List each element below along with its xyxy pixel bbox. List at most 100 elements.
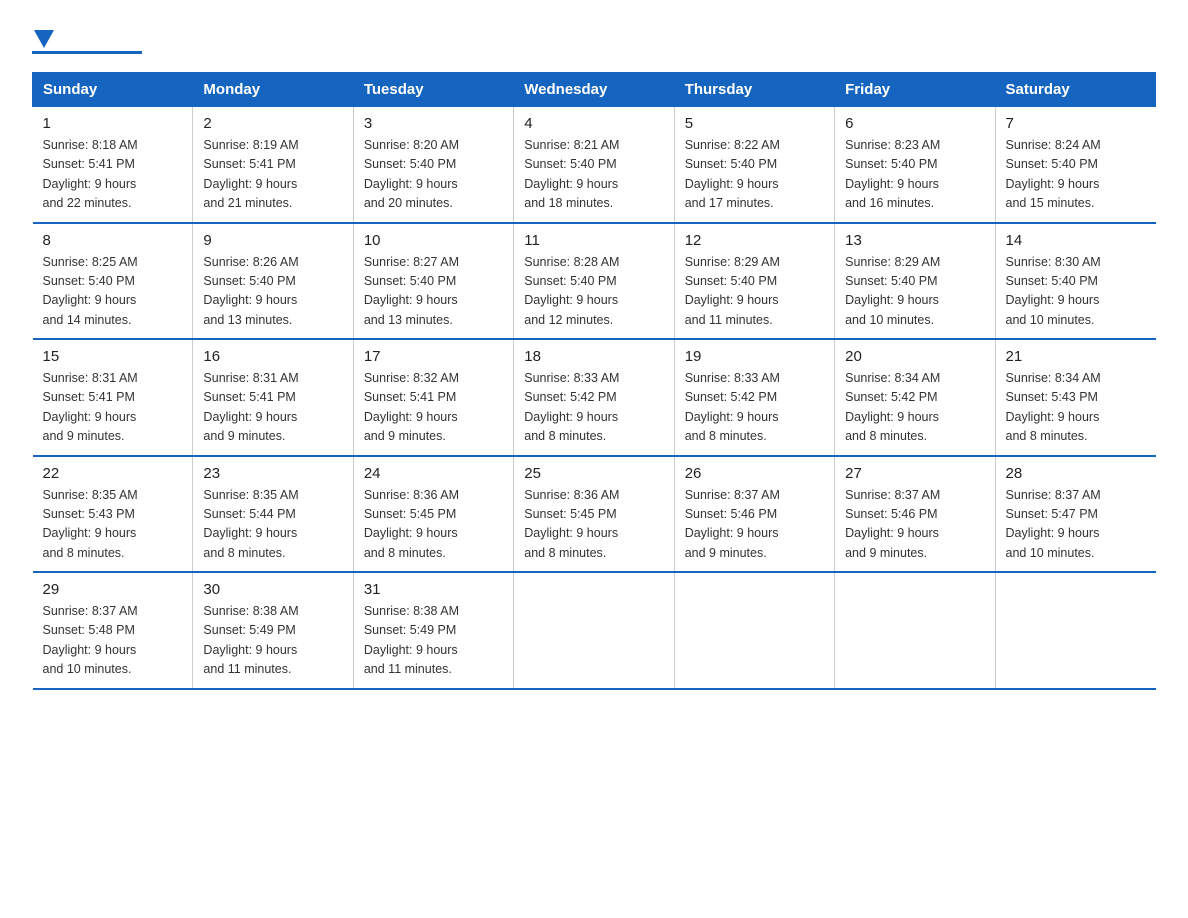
day-info: Sunrise: 8:23 AM Sunset: 5:40 PM Dayligh… — [845, 136, 984, 214]
day-info: Sunrise: 8:31 AM Sunset: 5:41 PM Dayligh… — [203, 369, 342, 447]
calendar-cell: 16 Sunrise: 8:31 AM Sunset: 5:41 PM Dayl… — [193, 339, 353, 456]
day-number: 4 — [524, 115, 663, 132]
day-info: Sunrise: 8:29 AM Sunset: 5:40 PM Dayligh… — [685, 253, 824, 331]
day-info: Sunrise: 8:36 AM Sunset: 5:45 PM Dayligh… — [364, 486, 503, 564]
day-info: Sunrise: 8:28 AM Sunset: 5:40 PM Dayligh… — [524, 253, 663, 331]
calendar-cell: 9 Sunrise: 8:26 AM Sunset: 5:40 PM Dayli… — [193, 223, 353, 340]
calendar-cell: 21 Sunrise: 8:34 AM Sunset: 5:43 PM Dayl… — [995, 339, 1155, 456]
day-number: 10 — [364, 232, 503, 249]
day-number: 1 — [43, 115, 183, 132]
day-number: 16 — [203, 348, 342, 365]
day-info: Sunrise: 8:37 AM Sunset: 5:46 PM Dayligh… — [845, 486, 984, 564]
day-info: Sunrise: 8:30 AM Sunset: 5:40 PM Dayligh… — [1006, 253, 1146, 331]
calendar-cell — [514, 572, 674, 689]
day-info: Sunrise: 8:37 AM Sunset: 5:46 PM Dayligh… — [685, 486, 824, 564]
day-info: Sunrise: 8:32 AM Sunset: 5:41 PM Dayligh… — [364, 369, 503, 447]
calendar-cell: 2 Sunrise: 8:19 AM Sunset: 5:41 PM Dayli… — [193, 107, 353, 223]
day-number: 15 — [43, 348, 183, 365]
header-saturday: Saturday — [995, 73, 1155, 107]
day-info: Sunrise: 8:37 AM Sunset: 5:47 PM Dayligh… — [1006, 486, 1146, 564]
calendar-cell: 4 Sunrise: 8:21 AM Sunset: 5:40 PM Dayli… — [514, 107, 674, 223]
calendar-cell: 23 Sunrise: 8:35 AM Sunset: 5:44 PM Dayl… — [193, 456, 353, 573]
calendar-cell — [674, 572, 834, 689]
day-number: 23 — [203, 465, 342, 482]
day-info: Sunrise: 8:35 AM Sunset: 5:44 PM Dayligh… — [203, 486, 342, 564]
day-number: 31 — [364, 581, 503, 598]
calendar-cell: 31 Sunrise: 8:38 AM Sunset: 5:49 PM Dayl… — [353, 572, 513, 689]
calendar-cell: 13 Sunrise: 8:29 AM Sunset: 5:40 PM Dayl… — [835, 223, 995, 340]
calendar-cell: 11 Sunrise: 8:28 AM Sunset: 5:40 PM Dayl… — [514, 223, 674, 340]
day-info: Sunrise: 8:21 AM Sunset: 5:40 PM Dayligh… — [524, 136, 663, 214]
calendar-cell: 17 Sunrise: 8:32 AM Sunset: 5:41 PM Dayl… — [353, 339, 513, 456]
day-info: Sunrise: 8:24 AM Sunset: 5:40 PM Dayligh… — [1006, 136, 1146, 214]
day-number: 20 — [845, 348, 984, 365]
calendar-cell — [995, 572, 1155, 689]
page-header — [32, 24, 1156, 54]
calendar-cell: 3 Sunrise: 8:20 AM Sunset: 5:40 PM Dayli… — [353, 107, 513, 223]
calendar-header-row: SundayMondayTuesdayWednesdayThursdayFrid… — [33, 73, 1156, 107]
calendar-cell: 7 Sunrise: 8:24 AM Sunset: 5:40 PM Dayli… — [995, 107, 1155, 223]
header-thursday: Thursday — [674, 73, 834, 107]
day-info: Sunrise: 8:37 AM Sunset: 5:48 PM Dayligh… — [43, 602, 183, 680]
calendar-cell: 22 Sunrise: 8:35 AM Sunset: 5:43 PM Dayl… — [33, 456, 193, 573]
calendar-week-row: 8 Sunrise: 8:25 AM Sunset: 5:40 PM Dayli… — [33, 223, 1156, 340]
calendar-cell: 20 Sunrise: 8:34 AM Sunset: 5:42 PM Dayl… — [835, 339, 995, 456]
day-info: Sunrise: 8:36 AM Sunset: 5:45 PM Dayligh… — [524, 486, 663, 564]
calendar-cell: 19 Sunrise: 8:33 AM Sunset: 5:42 PM Dayl… — [674, 339, 834, 456]
day-info: Sunrise: 8:31 AM Sunset: 5:41 PM Dayligh… — [43, 369, 183, 447]
day-number: 25 — [524, 465, 663, 482]
calendar-cell: 24 Sunrise: 8:36 AM Sunset: 5:45 PM Dayl… — [353, 456, 513, 573]
day-number: 7 — [1006, 115, 1146, 132]
day-number: 22 — [43, 465, 183, 482]
day-number: 27 — [845, 465, 984, 482]
day-number: 12 — [685, 232, 824, 249]
logo-underline — [32, 51, 142, 54]
day-number: 3 — [364, 115, 503, 132]
calendar-cell: 12 Sunrise: 8:29 AM Sunset: 5:40 PM Dayl… — [674, 223, 834, 340]
day-info: Sunrise: 8:25 AM Sunset: 5:40 PM Dayligh… — [43, 253, 183, 331]
day-number: 14 — [1006, 232, 1146, 249]
calendar-cell: 25 Sunrise: 8:36 AM Sunset: 5:45 PM Dayl… — [514, 456, 674, 573]
day-number: 6 — [845, 115, 984, 132]
day-info: Sunrise: 8:33 AM Sunset: 5:42 PM Dayligh… — [685, 369, 824, 447]
calendar-cell: 27 Sunrise: 8:37 AM Sunset: 5:46 PM Dayl… — [835, 456, 995, 573]
calendar-cell: 6 Sunrise: 8:23 AM Sunset: 5:40 PM Dayli… — [835, 107, 995, 223]
calendar-cell: 15 Sunrise: 8:31 AM Sunset: 5:41 PM Dayl… — [33, 339, 193, 456]
day-number: 5 — [685, 115, 824, 132]
header-wednesday: Wednesday — [514, 73, 674, 107]
calendar-cell: 10 Sunrise: 8:27 AM Sunset: 5:40 PM Dayl… — [353, 223, 513, 340]
day-info: Sunrise: 8:19 AM Sunset: 5:41 PM Dayligh… — [203, 136, 342, 214]
calendar-cell: 30 Sunrise: 8:38 AM Sunset: 5:49 PM Dayl… — [193, 572, 353, 689]
day-number: 28 — [1006, 465, 1146, 482]
calendar-cell: 26 Sunrise: 8:37 AM Sunset: 5:46 PM Dayl… — [674, 456, 834, 573]
day-info: Sunrise: 8:26 AM Sunset: 5:40 PM Dayligh… — [203, 253, 342, 331]
calendar-cell: 18 Sunrise: 8:33 AM Sunset: 5:42 PM Dayl… — [514, 339, 674, 456]
calendar-week-row: 29 Sunrise: 8:37 AM Sunset: 5:48 PM Dayl… — [33, 572, 1156, 689]
day-number: 19 — [685, 348, 824, 365]
header-monday: Monday — [193, 73, 353, 107]
day-number: 26 — [685, 465, 824, 482]
logo-triangle-icon — [34, 30, 54, 48]
day-info: Sunrise: 8:18 AM Sunset: 5:41 PM Dayligh… — [43, 136, 183, 214]
day-number: 8 — [43, 232, 183, 249]
header-sunday: Sunday — [33, 73, 193, 107]
day-number: 2 — [203, 115, 342, 132]
calendar-cell: 28 Sunrise: 8:37 AM Sunset: 5:47 PM Dayl… — [995, 456, 1155, 573]
day-info: Sunrise: 8:22 AM Sunset: 5:40 PM Dayligh… — [685, 136, 824, 214]
day-number: 9 — [203, 232, 342, 249]
day-number: 24 — [364, 465, 503, 482]
calendar-cell: 1 Sunrise: 8:18 AM Sunset: 5:41 PM Dayli… — [33, 107, 193, 223]
day-number: 29 — [43, 581, 183, 598]
logo — [32, 24, 142, 54]
day-info: Sunrise: 8:34 AM Sunset: 5:42 PM Dayligh… — [845, 369, 984, 447]
day-info: Sunrise: 8:20 AM Sunset: 5:40 PM Dayligh… — [364, 136, 503, 214]
day-number: 21 — [1006, 348, 1146, 365]
day-number: 17 — [364, 348, 503, 365]
calendar-week-row: 15 Sunrise: 8:31 AM Sunset: 5:41 PM Dayl… — [33, 339, 1156, 456]
calendar-cell: 5 Sunrise: 8:22 AM Sunset: 5:40 PM Dayli… — [674, 107, 834, 223]
calendar-cell: 8 Sunrise: 8:25 AM Sunset: 5:40 PM Dayli… — [33, 223, 193, 340]
day-info: Sunrise: 8:38 AM Sunset: 5:49 PM Dayligh… — [203, 602, 342, 680]
day-info: Sunrise: 8:29 AM Sunset: 5:40 PM Dayligh… — [845, 253, 984, 331]
day-number: 13 — [845, 232, 984, 249]
calendar-cell: 29 Sunrise: 8:37 AM Sunset: 5:48 PM Dayl… — [33, 572, 193, 689]
